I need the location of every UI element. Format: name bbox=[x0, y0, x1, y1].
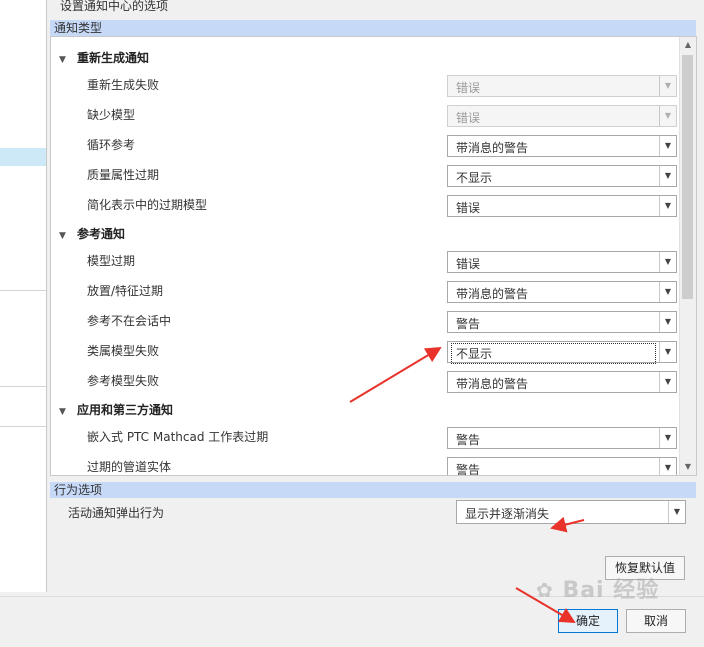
severity-dropdown: 错误 ▼ bbox=[447, 75, 677, 97]
row-label: 参考模型失败 bbox=[87, 374, 160, 388]
dropdown-value: 不显示 bbox=[451, 343, 656, 364]
severity-dropdown[interactable]: 警告 ▼ bbox=[447, 457, 677, 476]
scrollbar-thumb[interactable] bbox=[682, 55, 693, 299]
group-regeneration[interactable]: ▼ 重新生成通知 bbox=[59, 49, 149, 66]
severity-dropdown[interactable]: 错误 ▼ bbox=[447, 195, 677, 217]
chevron-down-icon: ▼ bbox=[659, 76, 676, 96]
dropdown-value: 带消息的警告 bbox=[456, 141, 529, 155]
notification-types-header: 通知类型 bbox=[50, 20, 696, 36]
row-label: 缺少模型 bbox=[87, 108, 136, 122]
severity-dropdown[interactable]: 带消息的警告 ▼ bbox=[447, 135, 677, 157]
chevron-down-icon[interactable]: ▼ bbox=[659, 196, 676, 216]
severity-dropdown: 错误 ▼ bbox=[447, 105, 677, 127]
ok-button[interactable]: 确定 bbox=[558, 609, 618, 633]
dropdown-value: 警告 bbox=[456, 317, 481, 331]
cancel-button[interactable]: 取消 bbox=[626, 609, 686, 633]
dropdown-value: 警告 bbox=[456, 463, 481, 476]
dropdown-value: 显示并逐渐消失 bbox=[465, 507, 550, 521]
chevron-down-icon[interactable]: ▼ bbox=[659, 372, 676, 392]
behavior-options-header: 行为选项 bbox=[50, 482, 696, 498]
group-reference[interactable]: ▼ 参考通知 bbox=[59, 225, 125, 242]
row-label: 嵌入式 PTC Mathcad 工作表过期 bbox=[87, 430, 269, 444]
dropdown-value: 错误 bbox=[456, 201, 481, 215]
collapse-triangle-icon[interactable]: ▼ bbox=[59, 231, 71, 241]
scroll-down-icon[interactable]: ▼ bbox=[680, 459, 696, 475]
severity-dropdown-focused[interactable]: 不显示 ▼ bbox=[447, 341, 677, 364]
vertical-scrollbar[interactable]: ▲ ▼ bbox=[679, 37, 696, 475]
row-label: 过期的管道实体 bbox=[87, 460, 172, 474]
left-navigation-pane bbox=[0, 0, 47, 592]
chevron-down-icon[interactable]: ▼ bbox=[659, 252, 676, 272]
group-title: 应用和第三方通知 bbox=[77, 403, 174, 417]
dialog-title: 设置通知中心的选项 bbox=[60, 0, 169, 13]
chevron-down-icon[interactable]: ▼ bbox=[659, 312, 676, 332]
dropdown-value: 错误 bbox=[456, 257, 481, 271]
row-label: 质量属性过期 bbox=[87, 168, 160, 182]
chevron-down-icon: ▼ bbox=[659, 106, 676, 126]
notification-types-list[interactable]: ▼ 重新生成通知 重新生成失败 错误 ▼ 缺少模型 错误 ▼ 循环参考 带消息的警告 ▼… bbox=[50, 36, 697, 476]
watermark-logo: ✿ Bai 经验 bbox=[536, 578, 660, 603]
chevron-down-icon[interactable]: ▼ bbox=[659, 458, 676, 475]
severity-dropdown[interactable]: 不显示 ▼ bbox=[447, 165, 677, 187]
chevron-down-icon[interactable]: ▼ bbox=[659, 282, 676, 302]
left-pane-divider bbox=[0, 426, 46, 427]
chevron-down-icon[interactable]: ▼ bbox=[659, 136, 676, 156]
chevron-down-icon[interactable]: ▼ bbox=[659, 428, 676, 448]
severity-dropdown[interactable]: 带消息的警告 ▼ bbox=[447, 371, 677, 393]
dropdown-value: 带消息的警告 bbox=[456, 287, 529, 301]
row-label: 参考不在会话中 bbox=[87, 314, 172, 328]
dropdown-value: 错误 bbox=[456, 81, 481, 95]
row-label: 模型过期 bbox=[87, 254, 136, 268]
left-pane-divider bbox=[0, 290, 46, 291]
row-label: 放置/特征过期 bbox=[87, 284, 164, 298]
row-label: 重新生成失败 bbox=[87, 78, 160, 92]
row-label: 类属模型失败 bbox=[87, 344, 160, 358]
chevron-down-icon[interactable]: ▼ bbox=[659, 342, 676, 362]
left-pane-selected-item[interactable] bbox=[0, 148, 46, 166]
popup-behavior-dropdown[interactable]: 显示并逐渐消失 ▼ bbox=[456, 500, 686, 524]
group-title: 参考通知 bbox=[77, 227, 126, 241]
severity-dropdown[interactable]: 带消息的警告 ▼ bbox=[447, 281, 677, 303]
row-label: 循环参考 bbox=[87, 138, 136, 152]
collapse-triangle-icon[interactable]: ▼ bbox=[59, 407, 71, 417]
dropdown-value: 带消息的警告 bbox=[456, 377, 529, 391]
severity-dropdown[interactable]: 警告 ▼ bbox=[447, 427, 677, 449]
chevron-down-icon[interactable]: ▼ bbox=[659, 166, 676, 186]
collapse-triangle-icon[interactable]: ▼ bbox=[59, 55, 71, 65]
group-third-party[interactable]: ▼ 应用和第三方通知 bbox=[59, 401, 173, 418]
severity-dropdown[interactable]: 错误 ▼ bbox=[447, 251, 677, 273]
severity-dropdown[interactable]: 警告 ▼ bbox=[447, 311, 677, 333]
popup-behavior-label: 活动通知弹出行为 bbox=[68, 506, 165, 520]
group-title: 重新生成通知 bbox=[77, 51, 150, 65]
scroll-up-icon[interactable]: ▲ bbox=[680, 37, 696, 53]
dropdown-value: 不显示 bbox=[456, 171, 493, 185]
dropdown-value: 错误 bbox=[456, 111, 481, 125]
chevron-down-icon[interactable]: ▼ bbox=[668, 501, 685, 523]
left-pane-divider bbox=[0, 386, 46, 387]
dropdown-value: 警告 bbox=[456, 433, 481, 447]
paw-icon: ✿ bbox=[536, 578, 554, 602]
row-label: 简化表示中的过期模型 bbox=[87, 198, 208, 212]
